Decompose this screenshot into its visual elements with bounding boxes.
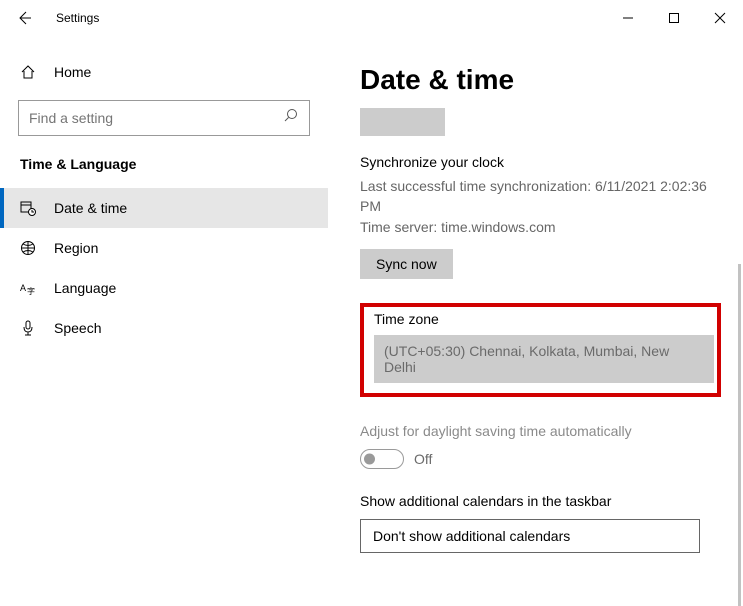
calendar-clock-icon <box>20 200 36 216</box>
nav-language[interactable]: A字 Language <box>0 268 328 308</box>
arrow-left-icon <box>16 10 32 26</box>
maximize-icon <box>668 12 680 24</box>
nav-label: Date & time <box>54 200 127 216</box>
highlight-annotation: Time zone (UTC+05:30) Chennai, Kolkata, … <box>360 303 721 397</box>
nav-category: Time & Language <box>0 156 328 188</box>
change-button[interactable]: Change <box>360 108 445 136</box>
nav-speech[interactable]: Speech <box>0 308 328 348</box>
language-icon: A字 <box>20 280 36 296</box>
search-input[interactable] <box>18 100 310 136</box>
sidebar: Home Time & Language Date & time Region … <box>0 36 328 606</box>
sync-last-text: Last successful time synchronization: 6/… <box>360 176 715 217</box>
microphone-icon <box>20 320 36 336</box>
nav-date-time[interactable]: Date & time <box>0 188 328 228</box>
svg-text:字: 字 <box>27 286 35 296</box>
sync-server-text: Time server: time.windows.com <box>360 217 715 237</box>
sync-heading: Synchronize your clock <box>360 154 715 170</box>
dst-label: Adjust for daylight saving time automati… <box>360 423 715 439</box>
sync-now-button[interactable]: Sync now <box>360 249 453 279</box>
maximize-button[interactable] <box>651 2 697 34</box>
nav-region[interactable]: Region <box>0 228 328 268</box>
scrollbar[interactable] <box>738 264 741 606</box>
window-title: Settings <box>56 11 99 25</box>
page-title: Date & time <box>360 64 715 96</box>
main-content: Date & time Change Synchronize your cloc… <box>328 36 743 606</box>
home-icon <box>20 64 36 80</box>
timezone-heading: Time zone <box>374 311 707 327</box>
home-nav[interactable]: Home <box>0 54 328 90</box>
back-button[interactable] <box>14 10 34 26</box>
dst-toggle <box>360 449 404 469</box>
nav-label: Speech <box>54 320 101 336</box>
dst-state: Off <box>414 451 432 467</box>
svg-text:A: A <box>20 283 26 293</box>
close-button[interactable] <box>697 2 743 34</box>
timezone-select[interactable]: (UTC+05:30) Chennai, Kolkata, Mumbai, Ne… <box>374 335 714 383</box>
titlebar: Settings <box>0 0 743 36</box>
minimize-button[interactable] <box>605 2 651 34</box>
close-icon <box>714 12 726 24</box>
search-icon <box>283 108 298 128</box>
additional-calendars-select[interactable]: Don't show additional calendars <box>360 519 700 553</box>
globe-icon <box>20 240 36 256</box>
window-controls <box>605 2 743 34</box>
nav-label: Language <box>54 280 116 296</box>
minimize-icon <box>622 12 634 24</box>
nav-label: Region <box>54 240 98 256</box>
home-label: Home <box>54 64 91 80</box>
additional-calendars-label: Show additional calendars in the taskbar <box>360 493 715 509</box>
